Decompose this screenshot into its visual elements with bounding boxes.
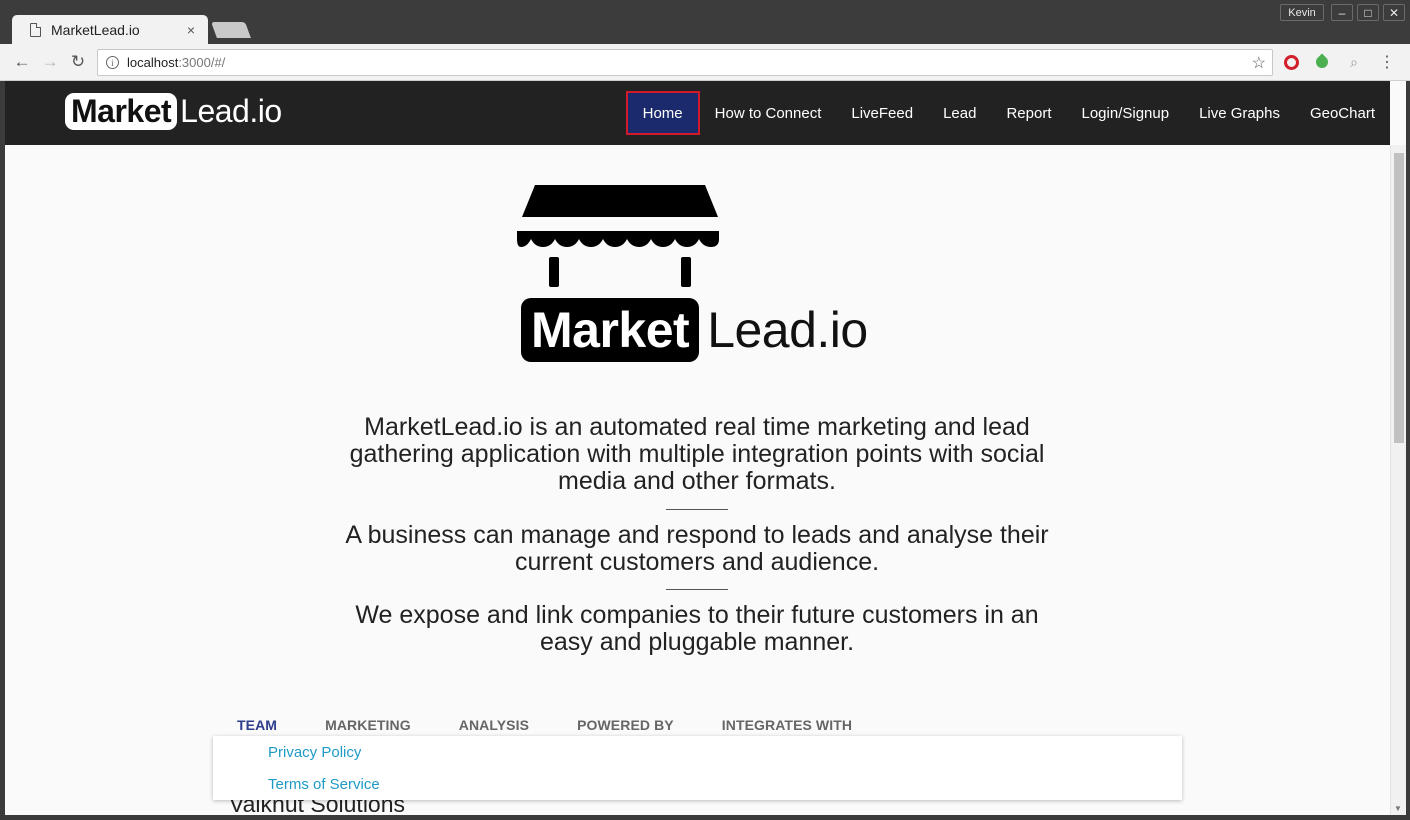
profile-button[interactable]: Kevin <box>1280 4 1324 21</box>
leaf-extension-icon[interactable] <box>1313 53 1331 71</box>
expose-paragraph: We expose and link companies to their fu… <box>355 601 1039 656</box>
tab-analysis[interactable]: ANALYSIS <box>459 717 529 737</box>
back-button[interactable]: ← <box>12 52 32 72</box>
page-icon <box>30 23 41 37</box>
brand-logo[interactable]: Market Lead.io <box>65 92 282 130</box>
footer-links: Privacy Policy Terms of Service <box>213 736 1182 800</box>
tab-integrates-with[interactable]: INTEGRATES WITH <box>722 717 852 737</box>
maximize-button[interactable]: □ <box>1357 4 1379 21</box>
tab-powered-by[interactable]: POWERED BY <box>577 717 674 737</box>
url-path: :3000/#/ <box>178 55 226 70</box>
nav-live-graphs[interactable]: Live Graphs <box>1184 91 1295 135</box>
intro-paragraph: MarketLead.io is an automated real time … <box>349 413 1045 495</box>
browser-titlebar: MarketLead.io × Kevin – □ ✕ <box>0 0 1410 45</box>
search-extension-icon[interactable]: ⌕ <box>1345 53 1363 71</box>
minimize-button[interactable]: – <box>1331 4 1353 21</box>
terms-of-service-link[interactable]: Terms of Service <box>268 776 380 793</box>
hero-logo-rest: Lead.io <box>707 302 868 358</box>
browser-tab[interactable]: MarketLead.io × <box>12 15 208 45</box>
divider <box>666 589 728 590</box>
bookmark-star-icon[interactable]: ☆ <box>1252 53 1266 73</box>
info-tabs: TEAM MARKETING ANALYSIS POWERED BY INTEG… <box>237 717 900 737</box>
address-bar[interactable]: i localhost :3000/#/ ☆ <box>97 49 1273 76</box>
privacy-policy-link[interactable]: Privacy Policy <box>268 744 361 761</box>
main-nav: Home How to Connect LiveFeed Lead Report… <box>625 81 1390 145</box>
forward-button[interactable]: → <box>40 52 60 72</box>
url-host: localhost <box>127 55 179 70</box>
browser-toolbar: ← → ↻ i localhost :3000/#/ ☆ ⌕ ⋮ <box>0 44 1410 81</box>
nav-livefeed[interactable]: LiveFeed <box>836 91 928 135</box>
nav-lead[interactable]: Lead <box>928 91 991 135</box>
browser-menu-icon[interactable]: ⋮ <box>1378 53 1396 71</box>
close-icon[interactable]: × <box>184 22 198 38</box>
nav-how-to-connect[interactable]: How to Connect <box>700 91 837 135</box>
nav-geochart[interactable]: GeoChart <box>1295 91 1390 135</box>
scrollbar-thumb[interactable] <box>1394 153 1404 443</box>
reload-button[interactable]: ↻ <box>68 52 88 72</box>
new-tab-button[interactable] <box>211 22 251 38</box>
brand-logo-rest: Lead.io <box>180 92 282 129</box>
opera-extension-icon[interactable] <box>1282 53 1300 71</box>
nav-report[interactable]: Report <box>991 91 1066 135</box>
hero-logo-box: Market <box>521 298 700 362</box>
tab-marketing[interactable]: MARKETING <box>325 717 411 737</box>
info-icon[interactable]: i <box>106 56 119 69</box>
page-viewport: Market Lead.io Home How to Connect LiveF… <box>5 81 1406 815</box>
brand-logo-box: Market <box>65 92 178 130</box>
tab-team[interactable]: TEAM <box>237 717 277 737</box>
site-header: Market Lead.io Home How to Connect LiveF… <box>5 81 1390 145</box>
page-scrollbar[interactable]: ▼ <box>1390 145 1406 815</box>
nav-login-signup[interactable]: Login/Signup <box>1067 91 1185 135</box>
scroll-down-arrow-icon[interactable]: ▼ <box>1394 804 1402 813</box>
divider <box>666 509 728 510</box>
tab-title: MarketLead.io <box>51 22 140 38</box>
window-close-button[interactable]: ✕ <box>1383 4 1405 21</box>
hero-logo-text: Market Lead.io <box>521 296 868 364</box>
business-paragraph: A business can manage and respond to lea… <box>345 521 1049 576</box>
nav-home[interactable]: Home <box>625 91 700 135</box>
